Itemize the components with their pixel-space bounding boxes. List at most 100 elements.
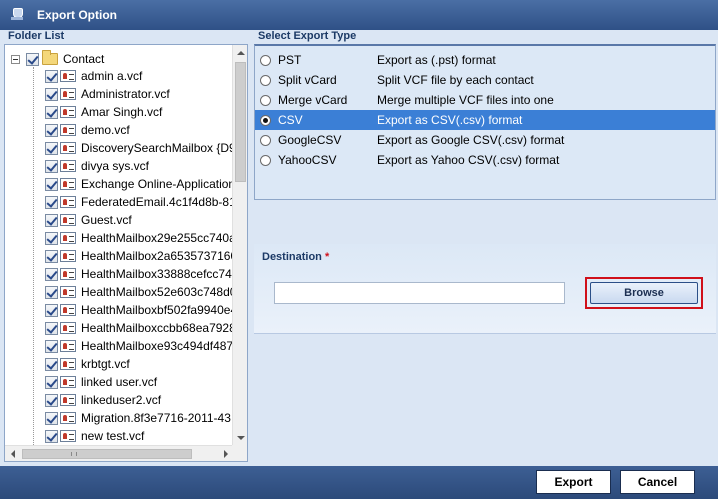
item-checkbox[interactable]	[45, 411, 58, 425]
tree-item[interactable]: DiscoverySearchMailbox {D9	[45, 139, 233, 157]
item-checkbox[interactable]	[45, 357, 58, 371]
item-checkbox[interactable]	[45, 339, 58, 353]
export-option-row[interactable]: Split vCard Split VCF file by each contac…	[255, 70, 715, 90]
item-checkbox[interactable]	[45, 303, 58, 317]
item-checkbox[interactable]	[45, 429, 58, 443]
item-checkbox[interactable]	[45, 213, 58, 227]
item-checkbox[interactable]	[45, 375, 58, 389]
vcard-icon	[60, 70, 76, 82]
tree-item-label: HealthMailboxbf502fa9940e4	[81, 303, 233, 317]
vertical-scrollbar[interactable]	[232, 45, 247, 445]
item-checkbox[interactable]	[45, 267, 58, 281]
tree-item[interactable]: Guest.vcf	[45, 211, 132, 229]
destination-path-input[interactable]	[274, 282, 565, 304]
window-title: Export Option	[37, 8, 117, 22]
export-option-radio[interactable]	[260, 154, 271, 166]
tree-root-contact[interactable]: Contact	[11, 50, 104, 67]
tree-item-label: demo.vcf	[81, 123, 130, 137]
item-checkbox[interactable]	[45, 249, 58, 263]
tree-item[interactable]: Exchange Online-Application	[45, 175, 233, 193]
export-option-row[interactable]: GoogleCSV Export as Google CSV(.csv) form…	[255, 130, 715, 150]
item-checkbox[interactable]	[45, 87, 58, 101]
export-option-row[interactable]: Merge vCard Merge multiple VCF files into…	[255, 90, 715, 110]
tree-item-label: HealthMailboxe93c494df4874	[81, 339, 233, 353]
tree-item-label: Guest.vcf	[81, 213, 132, 227]
vertical-scroll-thumb[interactable]	[235, 62, 246, 182]
tree-item-label: FederatedEmail.4c1f4d8b-81	[81, 195, 233, 209]
export-option-description: Export as Yahoo CSV(.csv) format	[377, 153, 560, 167]
item-checkbox[interactable]	[45, 123, 58, 137]
scroll-left-arrow-icon[interactable]	[5, 446, 20, 462]
export-option-name: GoogleCSV	[278, 133, 342, 147]
tree-item[interactable]: FederatedEmail.4c1f4d8b-81	[45, 193, 233, 211]
scroll-up-arrow-icon[interactable]	[233, 45, 248, 60]
export-option-row[interactable]: CSV Export as CSV(.csv) format	[255, 110, 715, 130]
tree-item[interactable]: divya sys.vcf	[45, 157, 149, 175]
export-type-list: PST Export as (.pst) format Split vCard Spl…	[254, 44, 716, 200]
tree-item-label: linkeduser2.vcf	[81, 393, 162, 407]
vcard-icon	[60, 106, 76, 118]
tree-item[interactable]: linkeduser2.vcf	[45, 391, 161, 409]
tree-item[interactable]: HealthMailboxccbb68ea7928	[45, 319, 233, 337]
tree-item[interactable]: Migration.8f3e7716-2011-43	[45, 409, 231, 427]
horizontal-scrollbar[interactable]	[5, 445, 233, 461]
item-checkbox[interactable]	[45, 195, 58, 209]
tree-item[interactable]: admin a.vcf	[45, 67, 142, 85]
tree-item[interactable]: Amar Singh.vcf	[45, 103, 162, 121]
export-option-radio[interactable]	[260, 134, 271, 146]
tree-item[interactable]: Administrator.vcf	[45, 85, 170, 103]
tree-item[interactable]: krbtgt.vcf	[45, 355, 130, 373]
export-option-name: YahooCSV	[278, 153, 337, 167]
item-checkbox[interactable]	[45, 177, 58, 191]
tree-item[interactable]: HealthMailbox52e603c748d0	[45, 283, 233, 301]
item-checkbox[interactable]	[45, 69, 58, 83]
tree-item[interactable]: new test.vcf	[45, 427, 144, 445]
export-option-radio[interactable]	[260, 94, 271, 106]
item-checkbox[interactable]	[45, 321, 58, 335]
tree-item[interactable]: linked user.vcf	[45, 373, 157, 391]
tree-item[interactable]: HealthMailbox33888cefcc744	[45, 265, 233, 283]
scroll-right-arrow-icon[interactable]	[218, 446, 233, 462]
tree-item[interactable]: HealthMailboxbf502fa9940e4	[45, 301, 233, 319]
folder-icon	[42, 50, 58, 65]
horizontal-scroll-thumb[interactable]	[22, 449, 192, 459]
tree-item[interactable]: demo.vcf	[45, 121, 130, 139]
title-bar: Export Option	[0, 0, 718, 30]
export-option-row[interactable]: PST Export as (.pst) format	[255, 50, 715, 70]
browse-button[interactable]: Browse	[590, 282, 698, 304]
footer-bar: Export Cancel	[0, 466, 718, 499]
item-checkbox[interactable]	[45, 105, 58, 119]
export-button[interactable]: Export	[536, 470, 611, 494]
folder-list-label: Folder List	[8, 30, 65, 42]
root-checkbox[interactable]	[26, 52, 39, 66]
tree-item-label: DiscoverySearchMailbox {D9	[81, 141, 233, 155]
item-checkbox[interactable]	[45, 141, 58, 155]
export-option-row[interactable]: YahooCSV Export as Yahoo CSV(.csv) format	[255, 150, 715, 170]
export-option-radio[interactable]	[260, 114, 271, 126]
vcard-icon	[60, 178, 76, 190]
export-option-radio[interactable]	[260, 74, 271, 86]
destination-panel: Destination * Browse	[254, 244, 716, 334]
collapse-icon[interactable]	[11, 54, 20, 64]
tree-item[interactable]: HealthMailbox2a6535737160	[45, 247, 233, 265]
item-checkbox[interactable]	[45, 231, 58, 245]
tree-item[interactable]: HealthMailboxe93c494df4874	[45, 337, 233, 355]
export-option-description: Export as Google CSV(.csv) format	[377, 133, 565, 147]
item-checkbox[interactable]	[45, 285, 58, 299]
cancel-button[interactable]: Cancel	[620, 470, 695, 494]
item-checkbox[interactable]	[45, 393, 58, 407]
vcard-icon	[60, 142, 76, 154]
vcard-icon	[60, 358, 76, 370]
tree-item-label: Amar Singh.vcf	[81, 105, 163, 119]
tree-item-label: HealthMailbox52e603c748d0	[81, 285, 233, 299]
export-option-name: Split vCard	[278, 73, 337, 87]
export-option-name: Merge vCard	[278, 93, 348, 107]
item-checkbox[interactable]	[45, 159, 58, 173]
export-option-radio[interactable]	[260, 54, 271, 66]
export-option-name: CSV	[278, 113, 303, 127]
export-option-name: PST	[278, 53, 302, 67]
tree-item-label: Migration.8f3e7716-2011-43	[81, 411, 231, 425]
tree-item[interactable]: HealthMailbox29e255cc740a	[45, 229, 233, 247]
export-type-label: Select Export Type	[258, 30, 357, 42]
scroll-down-arrow-icon[interactable]	[233, 430, 248, 445]
